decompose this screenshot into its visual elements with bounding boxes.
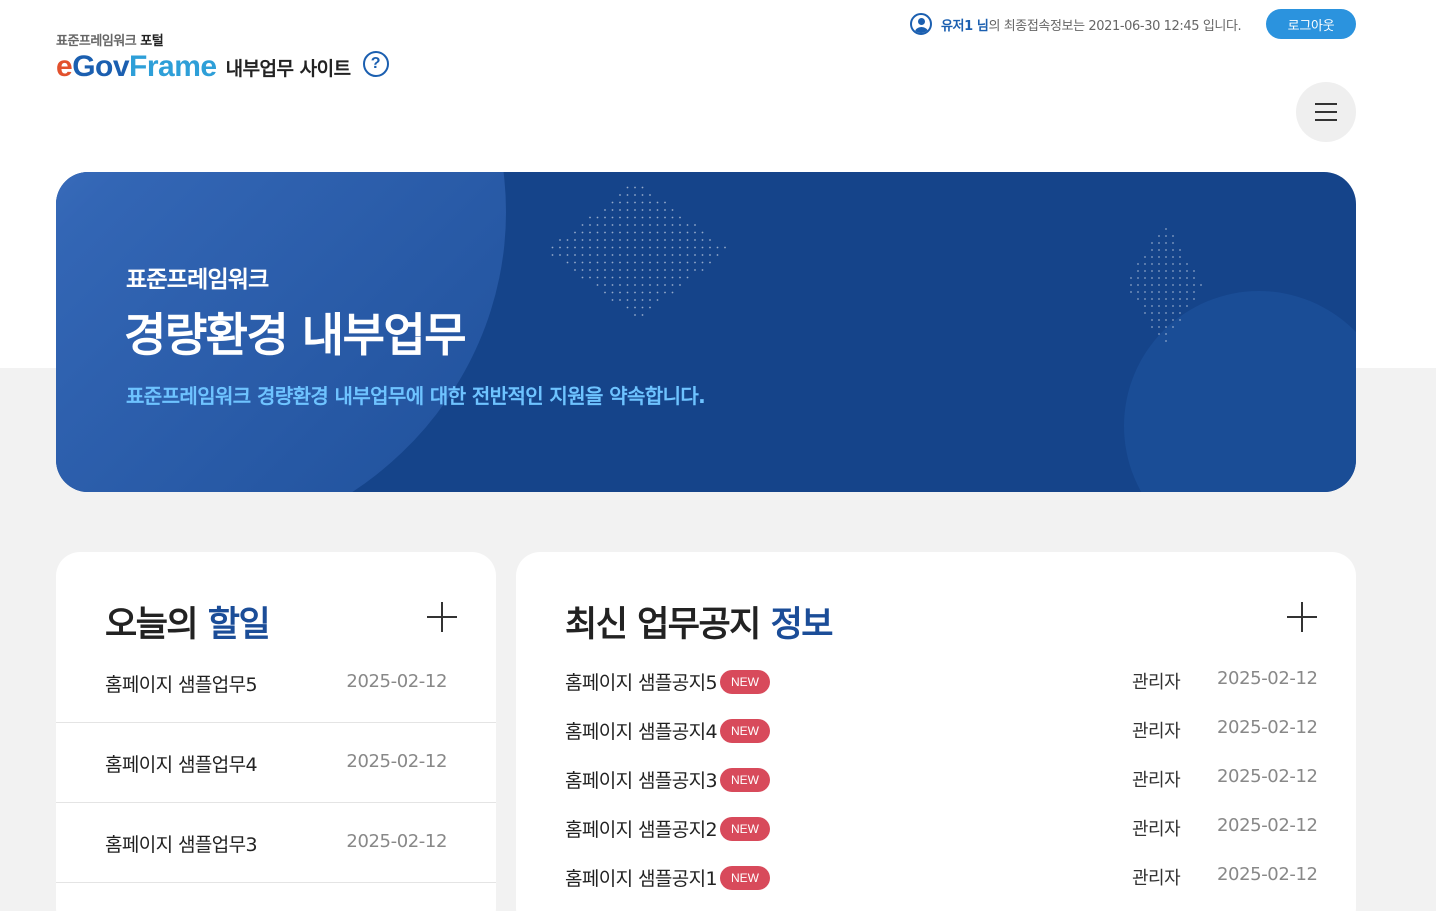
notice-item-author: 관리자 (1132, 819, 1181, 840)
hero-title: 경량환경 내부업무 (124, 308, 467, 362)
egovframe-wordmark: eGovFrame (56, 51, 217, 83)
new-badge: NEW (720, 817, 770, 841)
new-badge: NEW (720, 670, 770, 694)
notice-row[interactable]: 홈페이지 샘플공지5 NEW 관리자 2025-02-12 (516, 666, 1356, 696)
todo-item-date: 2025-02-12 (346, 671, 447, 692)
hero-subtitle: 표준프레임워크 (126, 267, 269, 293)
notice-item-date: 2025-02-12 (1217, 815, 1318, 836)
new-badge: NEW (720, 866, 770, 890)
notice-item-author: 관리자 (1132, 868, 1181, 889)
logo-main: eGovFrame 내부업무 사이트 ? (56, 51, 389, 83)
notice-item-author: 관리자 (1132, 770, 1181, 791)
todo-more-plus-icon[interactable] (427, 602, 457, 632)
todo-card: 오늘의 할일 홈페이지 샘플업무5 2025-02-12 홈페이지 샘플업무4 … (56, 552, 496, 911)
todo-item-title: 홈페이지 샘플업무3 (105, 834, 258, 856)
notice-card: 최신 업무공지 정보 홈페이지 샘플공지5 NEW 관리자 2025-02-12… (516, 552, 1356, 911)
todo-row[interactable]: 홈페이지 샘플업무5 2025-02-12 (56, 643, 496, 723)
logo-top-text: 표준프레임워크 포털 (56, 30, 389, 49)
new-badge: NEW (720, 768, 770, 792)
todo-item-title: 홈페이지 샘플업무5 (105, 674, 258, 696)
todo-item-date: 2025-02-12 (346, 751, 447, 772)
notice-card-title: 최신 업무공지 정보 (565, 596, 834, 647)
todo-title-highlight: 할일 (207, 605, 271, 645)
notice-item-date: 2025-02-12 (1217, 864, 1318, 885)
notice-row[interactable]: 홈페이지 샘플공지2 NEW 관리자 2025-02-12 (516, 813, 1356, 843)
notice-more-plus-icon[interactable] (1287, 602, 1317, 632)
todo-row[interactable]: 홈페이지 샘플업무3 2025-02-12 (56, 803, 496, 883)
wordmark-gov: Gov (72, 50, 130, 83)
notice-item-date: 2025-02-12 (1217, 766, 1318, 787)
notice-item-date: 2025-02-12 (1217, 717, 1318, 738)
notice-title-plain: 최신 업무공지 (565, 605, 761, 645)
hamburger-menu-icon[interactable] (1296, 82, 1356, 142)
todo-card-title: 오늘의 할일 (105, 596, 271, 647)
logo-top-bold: 포털 (140, 34, 164, 49)
logout-button[interactable]: 로그아웃 (1266, 9, 1356, 39)
user-name: 유저1 님 (941, 18, 989, 34)
notice-item-date: 2025-02-12 (1217, 668, 1318, 689)
wordmark-e: e (56, 50, 73, 83)
hero-banner: 표준프레임워크 경량환경 내부업무 표준프레임워크 경량환경 내부업무에 대한 … (56, 172, 1356, 492)
hero-decor-dots-right (1130, 228, 1202, 342)
notice-item-title: 홈페이지 샘플공지5 (565, 672, 718, 694)
todo-title-plain: 오늘의 (105, 605, 199, 645)
todo-row[interactable]: 홈페이지 샘플업무4 2025-02-12 (56, 723, 496, 803)
notice-row[interactable]: 홈페이지 샘플공지1 NEW 관리자 2025-02-12 (516, 862, 1356, 892)
notice-title-highlight: 정보 (770, 605, 834, 645)
notice-item-title: 홈페이지 샘플공지2 (565, 819, 718, 841)
notice-item-author: 관리자 (1132, 721, 1181, 742)
todo-item-date: 2025-02-12 (346, 831, 447, 852)
notice-item-title: 홈페이지 샘플공지3 (565, 770, 718, 792)
todo-item-title: 홈페이지 샘플업무4 (105, 754, 258, 776)
notice-row[interactable]: 홈페이지 샘플공지3 NEW 관리자 2025-02-12 (516, 764, 1356, 794)
notice-row[interactable]: 홈페이지 샘플공지4 NEW 관리자 2025-02-12 (516, 715, 1356, 745)
notice-item-title: 홈페이지 샘플공지1 (565, 868, 718, 890)
hero-description: 표준프레임워크 경량환경 내부업무에 대한 전반적인 지원을 약속합니다. (126, 384, 706, 408)
last-login-info: 의 최종접속정보는 2021-06-30 12:45 입니다. (988, 18, 1242, 34)
logo-top-gray: 표준프레임워크 (56, 34, 137, 49)
help-icon[interactable]: ? (362, 51, 389, 77)
notice-item-title: 홈페이지 샘플공지4 (565, 721, 718, 743)
site-name: 내부업무 사이트 (225, 57, 351, 80)
new-badge: NEW (720, 719, 770, 743)
user-circle-icon (910, 13, 932, 35)
site-logo[interactable]: 표준프레임워크 포털 eGovFrame 내부업무 사이트 ? (56, 30, 389, 83)
hero-decor-dots-top (551, 186, 726, 316)
wordmark-frame: Frame (129, 50, 217, 83)
notice-item-author: 관리자 (1132, 672, 1181, 693)
user-info: 유저1 님 의 최종접속정보는 2021-06-30 12:45 입니다. (910, 13, 1242, 35)
